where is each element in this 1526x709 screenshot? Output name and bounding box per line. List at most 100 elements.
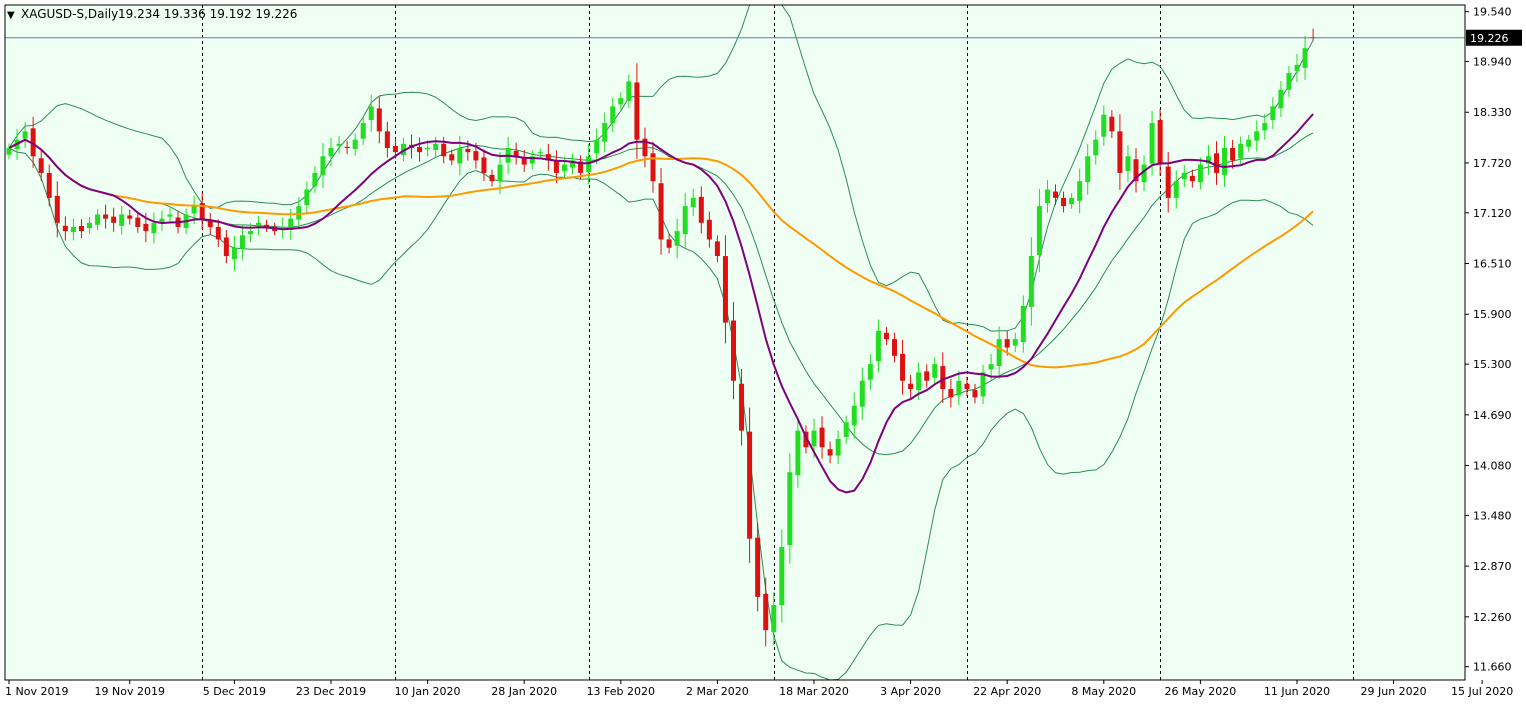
y-tick-label: 16.510 (1473, 258, 1512, 271)
candle-body (690, 197, 696, 208)
y-tick-label: 12.870 (1473, 560, 1512, 573)
candle-body (78, 225, 84, 232)
x-tick-label: 1 Nov 2019 (5, 685, 68, 698)
candle-body (62, 225, 68, 232)
candle-body (473, 151, 479, 161)
candle-body (867, 364, 873, 380)
candle-body (859, 380, 865, 407)
candle-body (54, 195, 60, 223)
candle-body (1149, 123, 1155, 164)
y-tick-label: 15.300 (1473, 358, 1512, 371)
candle-body (610, 106, 616, 124)
candle-body (537, 152, 543, 154)
candle-body (70, 226, 76, 233)
candle-body (417, 146, 423, 153)
candle-body (924, 371, 930, 381)
ohlc-label: 19.234 19.336 19.192 19.226 (118, 7, 297, 21)
candle-body (908, 383, 914, 390)
candle-body (1053, 191, 1058, 198)
candle-body (698, 196, 704, 223)
candle-body (87, 222, 92, 229)
candle-body (1004, 339, 1010, 348)
symbol-label: XAGUSD-S,Daily (21, 7, 118, 21)
candle-body (95, 214, 101, 225)
y-tick-label: 18.940 (1473, 56, 1512, 69)
candle-body (191, 206, 197, 214)
x-tick-label: 10 Jan 2020 (395, 685, 461, 698)
x-tick-label: 26 May 2020 (1165, 685, 1237, 698)
current-price-label: 19.226 (1470, 32, 1509, 45)
x-tick-label: 3 Apr 2020 (880, 685, 941, 698)
candle-body (248, 231, 253, 235)
candle-body (1278, 89, 1284, 109)
candle-body (1270, 106, 1276, 121)
candle-body (771, 605, 777, 633)
y-tick-label: 17.120 (1473, 207, 1512, 220)
candle-body (561, 164, 567, 171)
candle-body (22, 131, 28, 139)
candle-body (843, 422, 849, 437)
candle-body (111, 216, 117, 223)
candle-body (223, 237, 229, 257)
x-tick-label: 18 Mar 2020 (779, 685, 849, 698)
candle-body (312, 172, 318, 187)
x-tick-label: 28 Jan 2020 (491, 685, 557, 698)
candle-body (916, 372, 922, 391)
candle-body (964, 383, 970, 390)
candle-body (1286, 73, 1292, 90)
candle-body (304, 189, 310, 206)
candle-body (851, 405, 857, 426)
candle-body (980, 372, 986, 397)
y-tick-label: 14.690 (1473, 409, 1512, 422)
candle-body (392, 145, 398, 153)
x-tick-label: 15 Jul 2020 (1451, 685, 1513, 698)
x-tick-label: 11 Jun 2020 (1264, 685, 1330, 698)
candle-body (1012, 339, 1018, 346)
candle-body (787, 472, 793, 545)
candle-body (441, 143, 447, 157)
candle-body (795, 430, 801, 476)
candle-body (996, 339, 1002, 367)
candle-body (1157, 120, 1163, 165)
candle-body (336, 143, 342, 146)
y-tick-label: 13.480 (1473, 509, 1512, 522)
candle-body (167, 214, 173, 217)
candle-body (811, 430, 817, 447)
candle-body (119, 214, 125, 226)
candle-body (626, 81, 632, 102)
candle-body (1044, 189, 1050, 204)
candle-body (143, 223, 149, 232)
candle-body (932, 364, 938, 378)
collapse-arrow-icon[interactable]: ▼ (7, 10, 15, 21)
candle-body (231, 247, 237, 260)
candle-body (682, 206, 688, 235)
candle-body (1077, 181, 1083, 201)
candle-body (755, 537, 761, 597)
candle-body (722, 256, 728, 323)
candle-body (384, 131, 390, 148)
candle-body (481, 157, 487, 173)
x-tick-label: 8 May 2020 (1071, 685, 1136, 698)
candle-body (207, 220, 213, 227)
candle-body (376, 108, 382, 132)
candle-body (819, 427, 825, 448)
candle-body (1085, 156, 1091, 183)
candle-body (1262, 123, 1268, 131)
candle-body (763, 593, 769, 631)
candle-body (328, 147, 334, 157)
candle-body (1254, 131, 1260, 141)
candle-body (883, 332, 889, 340)
chart: 19.226 19.540 18.940 18.330 17.720 17.120 16.5… (0, 0, 1526, 705)
candle-body (1061, 197, 1067, 207)
candle-body (553, 160, 559, 173)
candle-body (497, 164, 503, 182)
candle-body (634, 82, 640, 140)
candle-body (988, 364, 994, 370)
candle-body (1036, 206, 1042, 256)
candle-body (594, 139, 600, 154)
candle-body (948, 389, 954, 398)
candle-body (433, 143, 439, 150)
x-tick-label: 23 Dec 2019 (296, 685, 366, 698)
candle-body (875, 330, 881, 362)
candle-body (779, 546, 785, 606)
